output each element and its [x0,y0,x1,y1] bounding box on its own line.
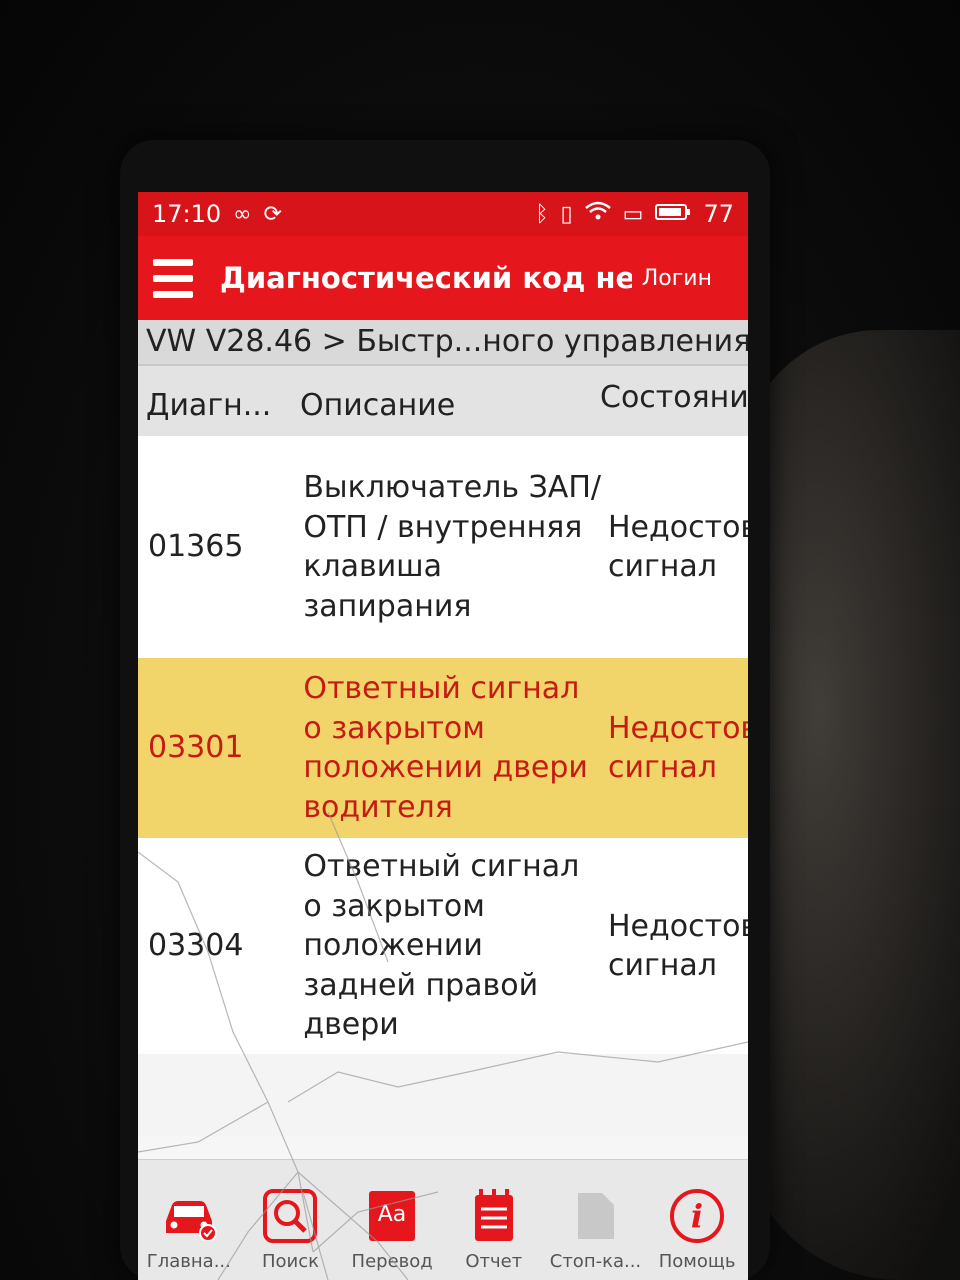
dtc-code: 01365 [148,529,244,565]
car-check-icon [160,1187,218,1245]
table-row[interactable]: 03304 Ответный сигнал о закрытом положен… [138,838,748,1054]
dtc-description: Ответный сигнал о закрытом положении две… [303,671,588,825]
nav-help-label: Помощь [658,1251,736,1272]
table-row[interactable]: 01365 Выключатель ЗАП/ОТП / внутренняя к… [138,436,748,658]
help-icon: i [668,1187,726,1245]
battery-icon [655,202,691,227]
column-header-code[interactable]: Диагн... [138,366,296,423]
nav-help[interactable]: i Помощь [647,1160,747,1280]
svg-text:i: i [691,1197,703,1235]
table-header: Диагн... Описание Состояние [138,366,748,436]
dtc-state: Недостоверный сигнал [608,710,748,786]
wifi-icon [584,201,611,227]
svg-text:Aa: Aa [378,1202,407,1227]
phone-screen: 17:10 ∞ ⟳ ᛒ ▯ ▭ 77 Диагностический код н… [138,192,748,1280]
nav-search-label: Поиск [261,1251,319,1272]
nav-home-label: Главна... [146,1251,231,1272]
login-button[interactable]: Логин [632,266,748,291]
nav-freeze-frame-label: Стоп-ка... [549,1251,642,1272]
infinity-icon: ∞ [233,201,252,227]
holding-hand [740,330,960,1280]
freeze-frame-icon [566,1187,624,1245]
table-row-selected[interactable]: 03301 Ответный сигнал о закрытом положен… [138,658,748,838]
bottom-nav: Главна... Поиск Aa Перевод Отчет Стоп-ка… [138,1159,748,1280]
dtc-state: Недостоверный сигнал [608,509,748,585]
dtc-description: Ответный сигнал о закрытом положении зад… [303,849,580,1043]
tablet-icon: ▭ [622,201,644,227]
report-icon [465,1187,523,1245]
hamburger-icon [153,258,193,266]
status-bar: 17:10 ∞ ⟳ ᛒ ▯ ▭ 77 [138,192,748,236]
menu-button[interactable] [138,236,208,320]
breadcrumb: VW V28.46 > Быстр...ного управления [138,320,748,366]
translate-icon: Aa [363,1187,421,1245]
bluetooth-icon: ᛒ [535,201,549,227]
nav-search[interactable]: Поиск [240,1160,340,1280]
nav-home[interactable]: Главна... [139,1160,239,1280]
page-title: Диагностический код не... [220,261,632,295]
dtc-state: Недостоверный сигнал [608,908,748,984]
dtc-code: 03301 [148,730,244,766]
nav-report-label: Отчет [465,1251,523,1272]
clock: 17:10 [152,200,222,228]
dtc-description: Выключатель ЗАП/ОТП / внутренняя клавиша… [303,470,601,624]
battery-level: 77 [703,200,734,228]
dtc-code: 03304 [148,928,244,964]
nav-translate-label: Перевод [351,1251,433,1272]
nav-report[interactable]: Отчет [444,1160,544,1280]
nav-freeze-frame[interactable]: Стоп-ка... [545,1160,645,1280]
column-header-description[interactable]: Описание [296,366,596,423]
search-icon [261,1187,319,1245]
app-bar: Диагностический код не... Логин [138,236,748,320]
column-header-state[interactable]: Состояние [596,366,748,436]
sync-icon: ⟳ [263,201,282,227]
vibrate-icon: ▯ [560,201,573,227]
nav-translate[interactable]: Aa Перевод [342,1160,442,1280]
list-empty-area [138,1054,748,1136]
